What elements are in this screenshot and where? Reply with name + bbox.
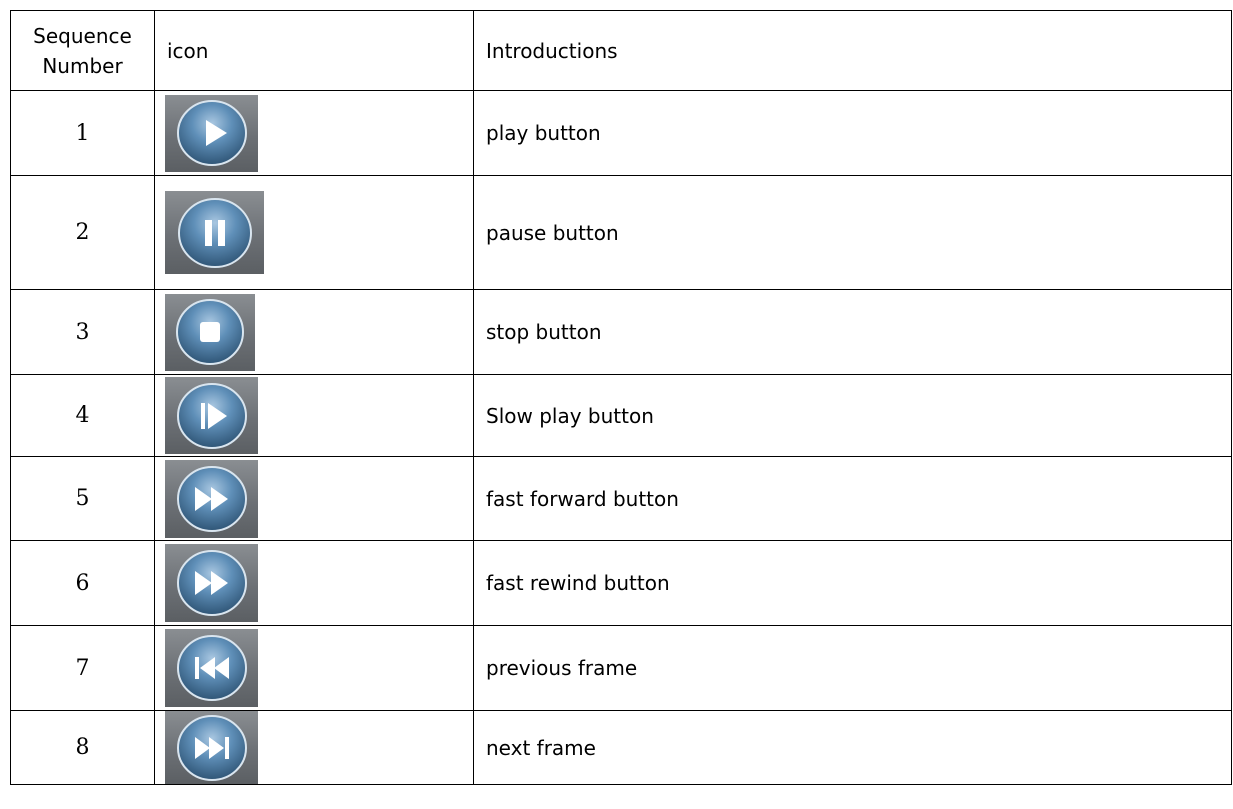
table-row: 4 Slow play button [10, 374, 1232, 457]
row-number: 2 [10, 175, 155, 290]
header-icon: icon [154, 10, 474, 91]
row-number: 5 [10, 456, 155, 541]
stop-icon [165, 293, 255, 371]
table-row: 8 next frame [10, 710, 1232, 785]
previous-frame-icon [165, 629, 258, 707]
fast-rewind-icon [165, 544, 258, 622]
row-number: 1 [10, 90, 155, 176]
table-row: 6 fast rewind button [10, 540, 1232, 626]
table-row: 5 fast forward button [10, 456, 1232, 541]
header-row: Sequence Number icon Introductions [10, 10, 1232, 91]
row-text: pause button [473, 175, 1232, 290]
table-row: 2 pause button [10, 175, 1232, 290]
next-frame-icon [165, 711, 258, 784]
fast-forward-icon [165, 459, 258, 538]
row-number: 7 [10, 625, 155, 711]
row-text: next frame [473, 710, 1232, 785]
pause-icon [165, 191, 264, 274]
header-introductions: Introductions [473, 10, 1232, 91]
row-text: Slow play button [473, 374, 1232, 457]
header-sequence-number: Sequence Number [10, 10, 155, 91]
play-icon [165, 94, 258, 172]
slow-play-icon [165, 377, 258, 454]
row-number: 8 [10, 710, 155, 785]
row-text: fast rewind button [473, 540, 1232, 626]
row-text: play button [473, 90, 1232, 176]
row-text: fast forward button [473, 456, 1232, 541]
row-text: previous frame [473, 625, 1232, 711]
row-number: 4 [10, 374, 155, 457]
row-number: 6 [10, 540, 155, 626]
row-number: 3 [10, 289, 155, 375]
table-row: 7 previous frame [10, 625, 1232, 711]
controls-table: Sequence Number icon Introductions 1 pla… [10, 10, 1232, 785]
row-text: stop button [473, 289, 1232, 375]
table-row: 1 play button [10, 90, 1232, 176]
table-row: 3 stop button [10, 289, 1232, 375]
